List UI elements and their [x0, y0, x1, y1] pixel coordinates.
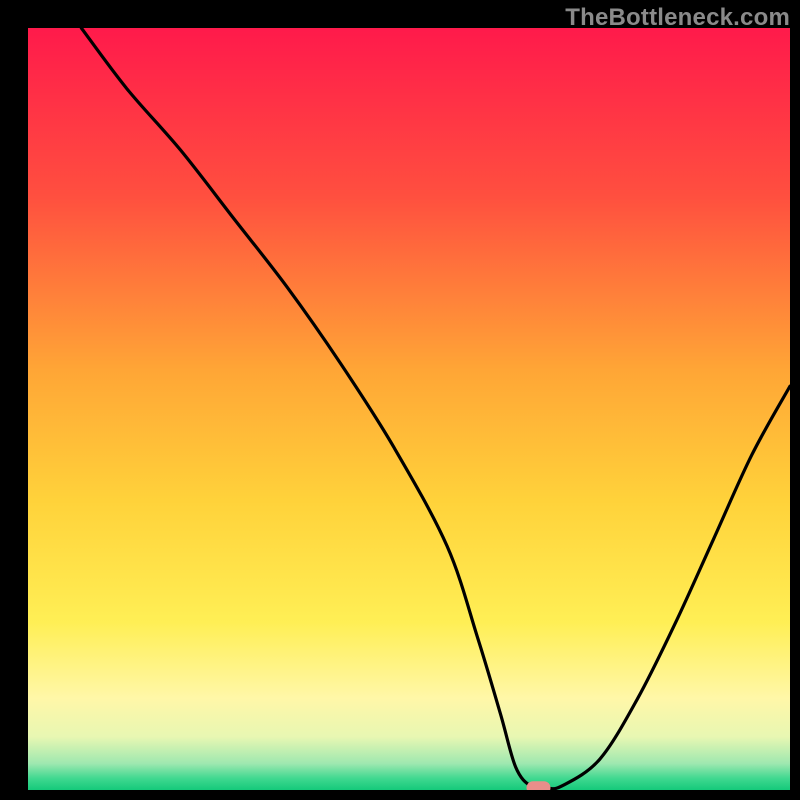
bottleneck-chart	[0, 0, 800, 800]
watermark-label: TheBottleneck.com	[565, 4, 790, 32]
chart-frame: TheBottleneck.com	[0, 0, 800, 800]
plot-background	[28, 28, 790, 790]
optimum-marker	[527, 781, 551, 794]
